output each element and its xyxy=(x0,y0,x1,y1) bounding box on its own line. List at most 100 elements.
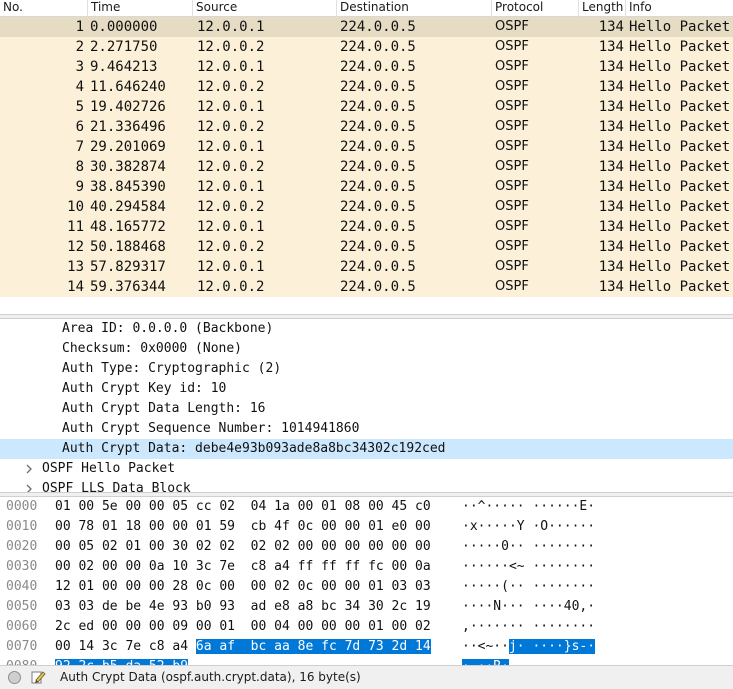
packet-row[interactable]: 12 50.188468 12.0.0.2 224.0.0.5 OSPF 134 Hello… xyxy=(0,237,733,257)
tree-field-item[interactable]: Auth Crypt Sequence Number: 1014941860 xyxy=(0,419,733,439)
hex-row: 0050 03 03 de be 4e 93 b0 93 ad e8 a8 bc … xyxy=(0,597,733,617)
packet-row[interactable]: 5 19.402726 12.0.0.1 224.0.0.5 OSPF 134 Hello … xyxy=(0,97,733,117)
packet-row[interactable]: 3 9.464213 12.0.0.1 224.0.0.5 OSPF 134 Hello P… xyxy=(0,57,733,77)
hex-ascii[interactable]: ,······· ········ xyxy=(462,617,595,637)
packet-row[interactable]: 1 0.000000 12.0.0.1 224.0.0.5 OSPF 134 Hello P… xyxy=(0,17,733,37)
packet-time: 0.000000 xyxy=(90,19,158,35)
hex-ascii[interactable]: ·,··R· xyxy=(462,657,509,665)
hex-ascii[interactable]: ······<~ ········ xyxy=(462,557,595,577)
column-header-destination[interactable]: Destination xyxy=(337,0,492,17)
hex-offset: 0000 xyxy=(6,499,38,514)
packet-row[interactable]: 2 2.271750 12.0.0.2 224.0.0.5 OSPF 134 Hello P… xyxy=(0,37,733,57)
packet-destination: 224.0.0.5 xyxy=(340,19,416,35)
packet-bytes-pane[interactable]: 0000 01 00 5e 00 00 05 cc 02 04 1a 00 01 … xyxy=(0,497,733,665)
hex-bytes[interactable]: 92 2c b5 da 52 b9 xyxy=(55,657,189,665)
packet-length: 134 xyxy=(598,259,624,275)
packet-protocol: OSPF xyxy=(495,279,529,294)
hex-bytes[interactable]: 12 01 00 00 00 28 0c 00 00 02 0c 00 00 0… xyxy=(55,577,431,597)
column-header-time[interactable]: Time xyxy=(88,0,193,17)
status-text: Auth Crypt Data (ospf.auth.crypt.data), … xyxy=(60,670,361,684)
packet-length: 134 xyxy=(598,179,624,195)
edit-comment-icon[interactable] xyxy=(30,669,46,685)
tree-field-item[interactable]: Auth Crypt Data Length: 16 xyxy=(0,399,733,419)
tree-item-label: Auth Crypt Key id: 10 xyxy=(62,381,227,396)
hex-ascii[interactable]: ····N··· ····40,· xyxy=(462,597,595,617)
packet-protocol: OSPF xyxy=(495,159,529,174)
packet-row[interactable]: 11 48.165772 12.0.0.1 224.0.0.5 OSPF 134 Hello… xyxy=(0,217,733,237)
packet-row[interactable]: 14 59.376344 12.0.0.2 224.0.0.5 OSPF 134 Hello… xyxy=(0,277,733,297)
packet-no: 13 xyxy=(67,259,84,275)
packet-time: 29.201069 xyxy=(90,139,166,155)
hex-offset: 0040 xyxy=(6,579,38,594)
tree-field-item[interactable]: Auth Type: Cryptographic (2) xyxy=(0,359,733,379)
column-header-length[interactable]: Length xyxy=(579,0,626,17)
packet-time: 38.845390 xyxy=(90,179,166,195)
hex-bytes-plain: 2c ed 00 00 00 09 00 01 00 04 00 00 00 0… xyxy=(55,619,431,634)
hex-offset: 0060 xyxy=(6,619,38,634)
tree-node-collapsed[interactable]: OSPF Hello Packet xyxy=(0,459,733,479)
packet-source: 12.0.0.1 xyxy=(197,259,265,275)
packet-row[interactable]: 6 21.336496 12.0.0.2 224.0.0.5 OSPF 134 Hello … xyxy=(0,117,733,137)
packet-no: 14 xyxy=(67,279,84,295)
tree-item-label: Auth Crypt Sequence Number: 1014941860 xyxy=(62,421,360,436)
hex-bytes-plain: 12 01 00 00 00 28 0c 00 00 02 0c 00 00 0… xyxy=(55,579,431,594)
column-header-source[interactable]: Source xyxy=(193,0,337,17)
hex-bytes[interactable]: 00 05 02 01 00 30 02 02 02 02 00 00 00 0… xyxy=(55,537,431,557)
packet-time: 21.336496 xyxy=(90,119,166,135)
hex-offset: 0070 xyxy=(6,639,38,654)
packet-source: 12.0.0.2 xyxy=(197,79,265,95)
packet-row[interactable]: 8 30.382874 12.0.0.2 224.0.0.5 OSPF 134 Hello … xyxy=(0,157,733,177)
packet-length: 134 xyxy=(598,279,624,295)
tree-node-collapsed[interactable]: OSPF LLS Data Block xyxy=(0,479,733,492)
packet-row[interactable]: 4 11.646240 12.0.0.2 224.0.0.5 OSPF 134 Hello … xyxy=(0,77,733,97)
chevron-right-icon[interactable] xyxy=(25,479,35,492)
packet-destination: 224.0.0.5 xyxy=(340,99,416,115)
packet-no: 9 xyxy=(75,179,84,195)
packet-details-tree[interactable]: Area ID: 0.0.0.0 (Backbone) Checksum: 0x0… xyxy=(0,319,733,492)
packet-length: 134 xyxy=(598,159,624,175)
packet-row[interactable]: 9 38.845390 12.0.0.1 224.0.0.5 OSPF 134 Hello … xyxy=(0,177,733,197)
packet-info: Hello Packet xyxy=(629,99,731,115)
tree-field-item[interactable]: Auth Crypt Data: debe4e93b093ade8a8bc343… xyxy=(0,439,733,459)
hex-ascii[interactable]: ·····0·· ········ xyxy=(462,537,595,557)
tree-field-item[interactable]: Auth Crypt Key id: 10 xyxy=(0,379,733,399)
hex-row: 0010 00 78 01 18 00 00 01 59 cb 4f 0c 00 … xyxy=(0,517,733,537)
packet-length: 134 xyxy=(598,199,624,215)
column-header-info[interactable]: Info xyxy=(626,0,733,17)
column-header-protocol[interactable]: Protocol xyxy=(492,0,579,17)
column-header-no[interactable]: No. xyxy=(0,0,88,17)
packet-protocol: OSPF xyxy=(495,39,529,54)
tree-item-label: Area ID: 0.0.0.0 (Backbone) xyxy=(62,321,274,336)
tree-field-item[interactable]: Checksum: 0x0000 (None) xyxy=(0,339,733,359)
hex-ascii-plain: ····N··· ····40,· xyxy=(462,599,596,614)
packet-row[interactable]: 10 40.294584 12.0.0.2 224.0.0.5 OSPF 134 Hello… xyxy=(0,197,733,217)
packet-no: 5 xyxy=(75,99,84,115)
packet-no: 4 xyxy=(75,79,84,95)
hex-ascii[interactable]: ··^····· ······E· xyxy=(462,497,595,517)
packet-row[interactable]: 7 29.201069 12.0.0.1 224.0.0.5 OSPF 134 Hello … xyxy=(0,137,733,157)
packet-destination: 224.0.0.5 xyxy=(340,139,416,155)
hex-bytes[interactable]: 00 02 00 00 0a 10 3c 7e c8 a4 ff ff ff f… xyxy=(55,557,431,577)
hex-bytes[interactable]: 00 14 3c 7e c8 a4 6a af bc aa 8e fc 7d 7… xyxy=(55,637,431,657)
packet-time: 57.829317 xyxy=(90,259,166,275)
hex-ascii[interactable]: ··<~··j· ····}s-· xyxy=(462,637,596,657)
packet-row[interactable]: 13 57.829317 12.0.0.1 224.0.0.5 OSPF 134 Hello… xyxy=(0,257,733,277)
hex-bytes[interactable]: 00 78 01 18 00 00 01 59 cb 4f 0c 00 00 0… xyxy=(55,517,431,537)
status-led-icon[interactable] xyxy=(8,671,21,684)
tree-field-item[interactable]: Area ID: 0.0.0.0 (Backbone) xyxy=(0,319,733,339)
packet-no: 11 xyxy=(67,219,84,235)
hex-bytes[interactable]: 03 03 de be 4e 93 b0 93 ad e8 a8 bc 34 3… xyxy=(55,597,431,617)
hex-offset: 0050 xyxy=(6,599,38,614)
packet-source: 12.0.0.1 xyxy=(197,139,265,155)
hex-bytes[interactable]: 2c ed 00 00 00 09 00 01 00 04 00 00 00 0… xyxy=(55,617,431,637)
packet-list[interactable]: No. Time Source Destination Protocol Len… xyxy=(0,0,733,314)
chevron-right-icon[interactable] xyxy=(25,459,35,479)
packet-destination: 224.0.0.5 xyxy=(340,179,416,195)
hex-ascii[interactable]: ·x·····Y ·O······ xyxy=(462,517,595,537)
hex-row: 0030 00 02 00 00 0a 10 3c 7e c8 a4 ff ff … xyxy=(0,557,733,577)
packet-destination: 224.0.0.5 xyxy=(340,279,416,295)
hex-ascii[interactable]: ·····(·· ········ xyxy=(462,577,595,597)
packet-length: 134 xyxy=(598,59,624,75)
hex-bytes[interactable]: 01 00 5e 00 00 05 cc 02 04 1a 00 01 08 0… xyxy=(55,497,431,517)
hex-ascii-plain: ·x·····Y ·O······ xyxy=(462,519,596,534)
